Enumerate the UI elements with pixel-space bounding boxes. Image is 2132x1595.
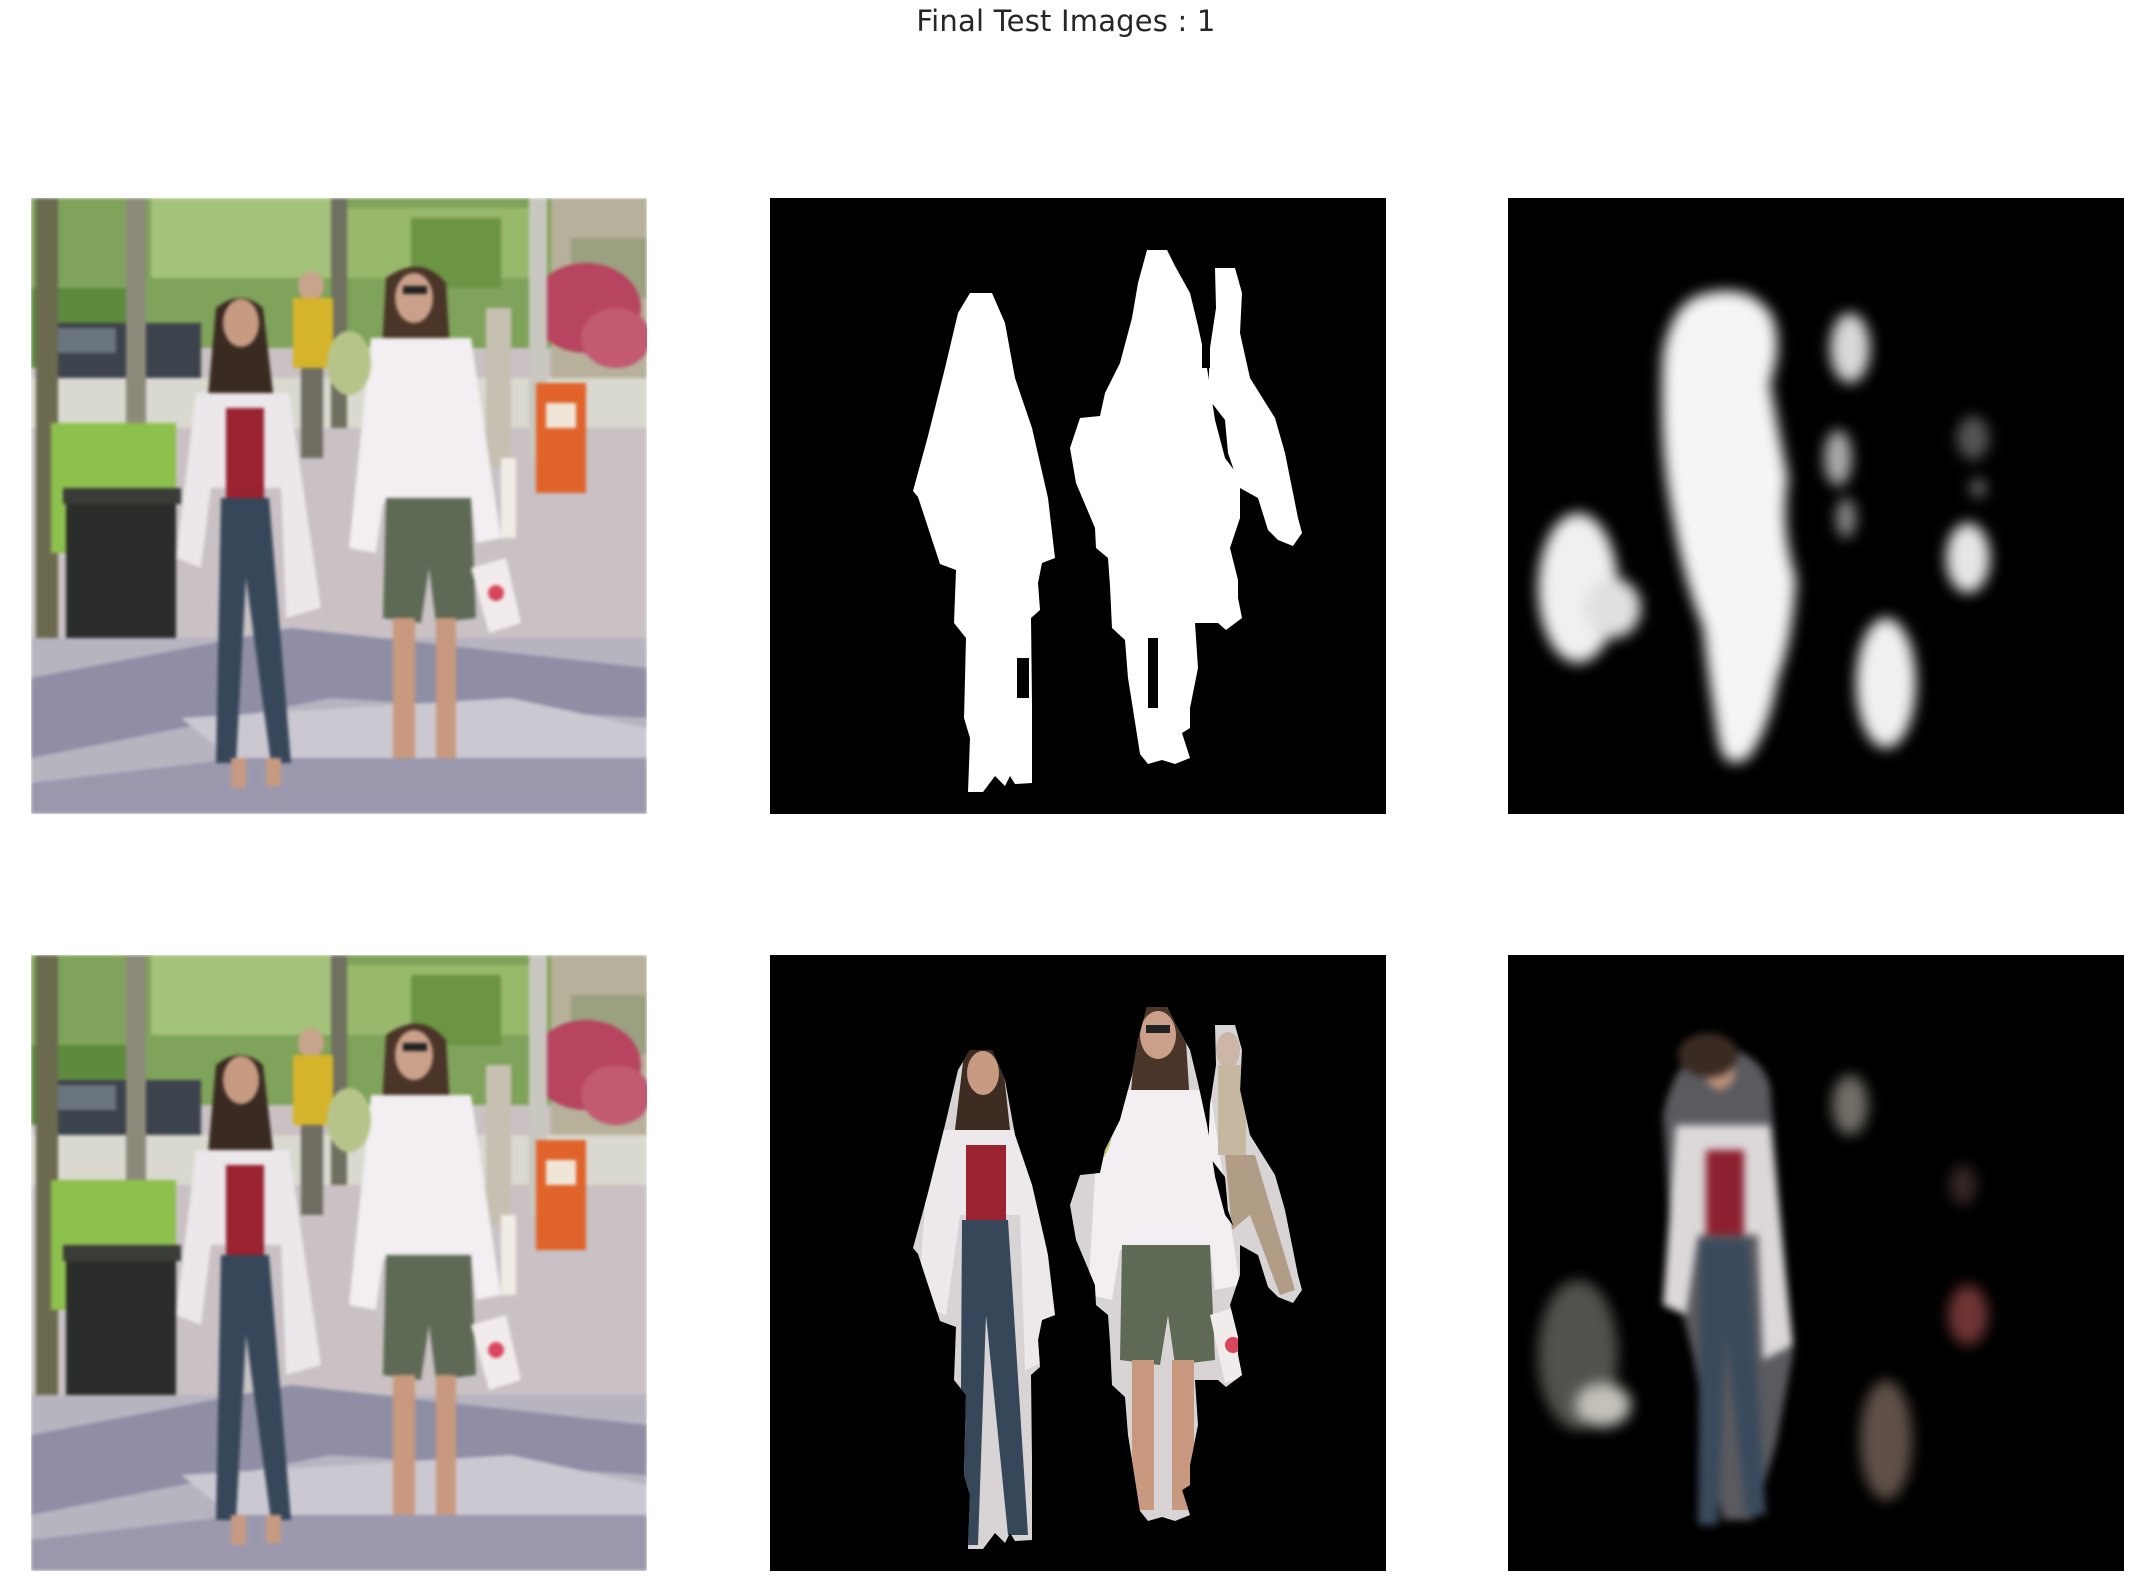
ground-truth-mask [770,198,1386,814]
ground-truth-mask-panel [770,198,1386,814]
predicted-masked-photo [1508,955,2124,1571]
predicted-masked-photo-panel [1508,955,2124,1571]
ground-truth-masked-photo [770,955,1386,1571]
input-photo-top [31,198,647,814]
input-photo-bottom [31,955,647,1571]
input-photo-panel-top [31,198,647,814]
predicted-mask-panel [1508,198,2124,814]
predicted-mask [1508,198,2124,814]
figure-title: Final Test Images : 1 [916,4,1216,38]
ground-truth-masked-photo-panel [770,955,1386,1571]
input-photo-panel-bottom [31,955,647,1571]
